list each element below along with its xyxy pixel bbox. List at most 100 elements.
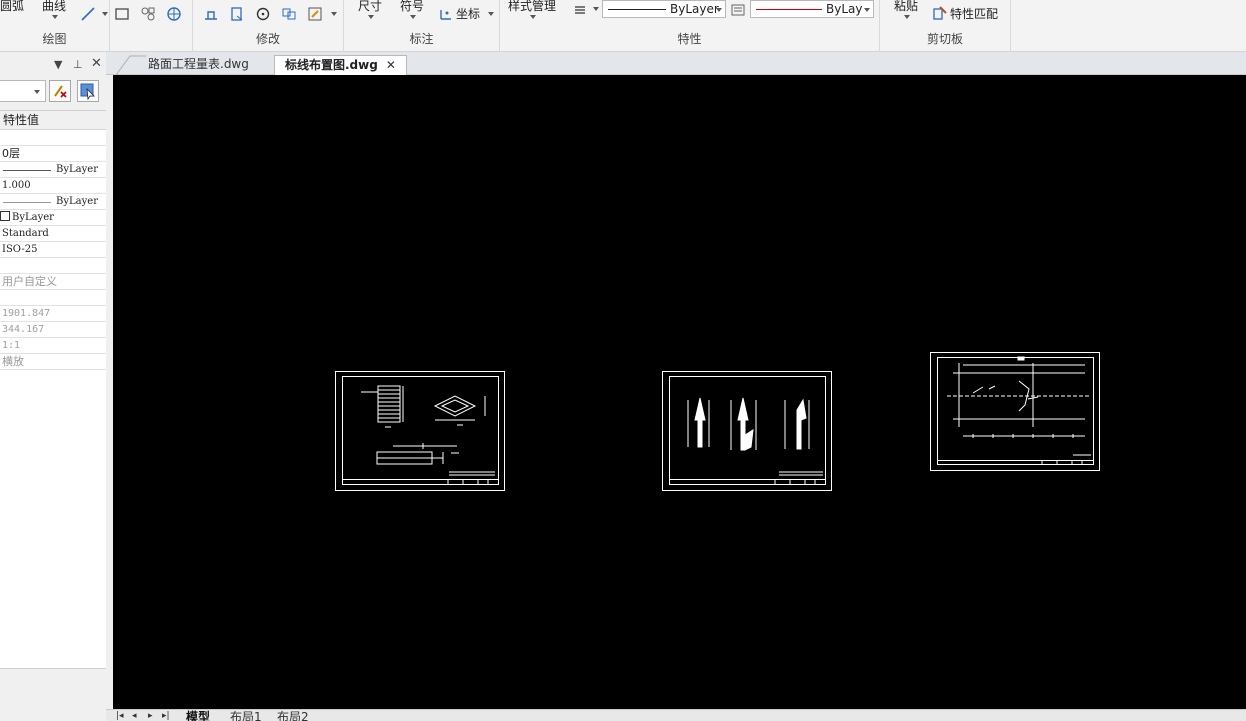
coordinate-dropdown-arrow[interactable] — [488, 12, 494, 16]
drawing-sheet-2[interactable] — [662, 371, 832, 491]
select-objects-button[interactable] — [77, 80, 99, 102]
copy-icon[interactable] — [229, 6, 245, 22]
clear-selection-button[interactable] — [49, 80, 71, 102]
edit-icon[interactable] — [307, 6, 323, 22]
color-combo[interactable]: ByLay — [750, 0, 874, 18]
tab-layout-1[interactable]: 布局1 — [230, 708, 262, 721]
rectangle-icon[interactable] — [114, 6, 130, 22]
object-select-combo[interactable] — [0, 80, 46, 102]
paste-dropdown-arrow[interactable] — [904, 15, 910, 19]
close-tab-icon[interactable]: ✕ — [386, 58, 396, 72]
draw-group: 圆弧 曲线 绘图 — [0, 0, 181, 52]
property-row-lineweight[interactable]: ByLayer — [0, 194, 106, 210]
linetype-dropdown-arrow[interactable] — [716, 8, 722, 12]
curve-button[interactable]: 曲线 — [42, 0, 66, 14]
property-row-coord-y: 344.167 — [0, 322, 106, 338]
lineweight-sample-line — [3, 202, 51, 203]
linetype-combo[interactable]: ByLayer — [602, 0, 726, 18]
panel-close-icon[interactable]: ✕ — [91, 56, 102, 71]
drawing-sheet-3[interactable] — [930, 352, 1100, 471]
stretch-icon[interactable] — [203, 6, 219, 22]
symbol-button[interactable]: 符号 — [400, 0, 424, 14]
property-row-color[interactable]: ByLayer — [0, 210, 106, 226]
linetype-value: ByLayer — [670, 2, 719, 16]
arc-button[interactable]: 圆弧 — [0, 0, 24, 14]
properties-group: 样式管理 ByLayer ByLay 特性 — [500, 0, 880, 52]
style-manager-button[interactable]: 样式管理 — [508, 0, 556, 14]
linetype-value: ByLayer — [56, 164, 98, 175]
hatch-icon[interactable] — [140, 6, 156, 22]
region-icon[interactable] — [166, 6, 182, 22]
model-space-drawing — [335, 352, 1100, 491]
lineweight-value: ByLayer — [56, 196, 98, 207]
symbol-dropdown-arrow[interactable] — [410, 15, 416, 19]
tab-model[interactable]: 模型 — [186, 708, 210, 721]
property-row-orientation: 横放 — [0, 354, 106, 370]
linetype-preview-line — [608, 9, 666, 10]
properties-panel: ▼ ⊥ ✕ 特性值 0层 ByLayer 1.000 ByLayer ByLay… — [0, 52, 106, 721]
match-properties-icon — [933, 6, 947, 20]
previous-layout-icon[interactable]: ◂ — [132, 711, 137, 721]
dimension-dropdown-arrow[interactable] — [368, 15, 374, 19]
pickadd-icon — [54, 85, 67, 98]
rotate-icon[interactable] — [255, 6, 271, 22]
properties-panel-header: ▼ ⊥ ✕ — [0, 52, 106, 76]
lineweight-dropdown-arrow[interactable] — [593, 7, 599, 11]
first-layout-icon[interactable]: |◂ — [116, 711, 124, 721]
coordinate-icon — [440, 10, 451, 20]
line-dropdown-arrow[interactable] — [102, 12, 108, 16]
ribbon: 圆弧 曲线 绘图 修改 尺寸 符号 坐标 标注 样式管理 ByLayer ByL… — [0, 0, 1246, 52]
modify-dropdown-arrow[interactable] — [331, 12, 337, 16]
property-row-blank-2 — [0, 258, 106, 274]
property-value-header: 特性值 — [0, 111, 106, 130]
annotate-group-label: 标注 — [409, 32, 434, 46]
line-icon[interactable] — [80, 6, 96, 22]
match-properties-button[interactable]: 特性匹配 — [950, 5, 998, 22]
clipboard-group: 粘贴 特性匹配 剪切板 — [880, 0, 1011, 52]
curve-dropdown-arrow[interactable] — [52, 15, 58, 19]
property-row-linetype-scale[interactable]: 1.000 — [0, 178, 106, 194]
property-row-text-style[interactable]: Standard — [0, 226, 106, 242]
tab-marking-layout[interactable]: 标线布置图.dwg ✕ — [274, 55, 407, 75]
property-row-dim-style[interactable]: ISO-25 — [0, 242, 106, 258]
property-row-blank-3 — [0, 290, 106, 306]
select-objects-icon — [80, 83, 95, 101]
tab-road-quantity-table[interactable]: 路面工程量表.dwg — [138, 55, 259, 75]
modify-group: 修改 — [192, 0, 344, 52]
property-row-blank-1 — [0, 130, 106, 146]
clipboard-group-label: 剪切板 — [926, 32, 963, 46]
properties-table: 特性值 0层 ByLayer 1.000 ByLayer ByLayer Sta… — [0, 110, 106, 668]
color-preview-line — [756, 9, 822, 10]
lineweight-icon[interactable] — [572, 2, 588, 18]
color-value: ByLayer — [12, 212, 54, 223]
color-swatch — [0, 211, 10, 221]
properties-group-label: 特性 — [677, 32, 702, 46]
object-select-dropdown-arrow[interactable] — [34, 90, 40, 94]
dimension-button[interactable]: 尺寸 — [358, 0, 382, 14]
paste-button[interactable]: 粘贴 — [894, 0, 918, 14]
property-row-ucs-name: 用户自定义 — [0, 274, 106, 290]
next-layout-icon[interactable]: ▸ — [148, 711, 153, 721]
property-row-coord-x: 1901.847 — [0, 306, 106, 322]
drawing-sheet-1[interactable] — [335, 371, 505, 491]
properties-panel-footer — [0, 668, 106, 721]
tab-label: 路面工程量表.dwg — [148, 57, 249, 71]
tab-layout-2[interactable]: 布局2 — [277, 708, 309, 721]
modify-group-label: 修改 — [255, 32, 280, 46]
panel-menu-icon[interactable]: ▼ — [54, 58, 62, 71]
panel-pin-icon[interactable]: ⊥ — [73, 58, 83, 71]
document-tab-bar: 路面工程量表.dwg 标线布置图.dwg ✕ — [106, 52, 1246, 75]
linetype-sample-line — [3, 170, 51, 171]
tab-label: 标线布置图.dwg — [285, 58, 378, 72]
style-manager-dropdown-arrow[interactable] — [530, 15, 536, 19]
drawing-canvas[interactable] — [113, 75, 1246, 709]
array-icon[interactable] — [281, 6, 297, 22]
property-row-linetype[interactable]: ByLayer — [0, 162, 106, 178]
color-value: ByLay — [826, 2, 862, 16]
annotate-group: 尺寸 符号 坐标 标注 — [344, 0, 500, 52]
coordinate-button[interactable]: 坐标 — [456, 5, 480, 22]
property-row-layer[interactable]: 0层 — [0, 146, 106, 162]
last-layout-icon[interactable]: ▸| — [162, 711, 170, 721]
color-dropdown-arrow[interactable] — [864, 8, 870, 12]
linetype-scale-icon[interactable] — [730, 2, 746, 18]
